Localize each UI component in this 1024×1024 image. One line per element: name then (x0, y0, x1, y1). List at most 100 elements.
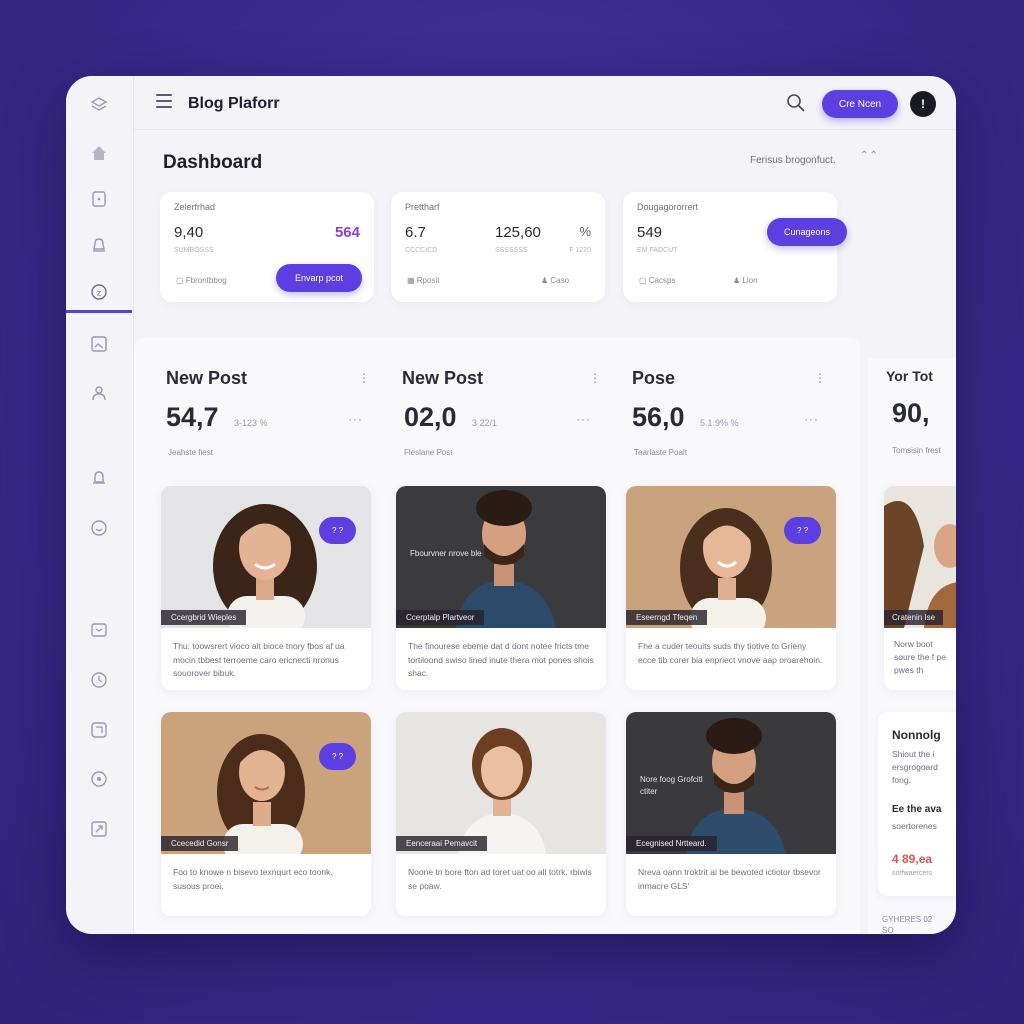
side-post-photo (884, 486, 956, 628)
svg-text:z: z (97, 289, 101, 298)
header-note[interactable]: Ferisus brogonfuct. (750, 155, 836, 166)
comment-count-badge[interactable]: ? ? (784, 517, 821, 544)
more-icon[interactable]: ··· (576, 412, 591, 426)
post-card[interactable]: ? ? Ccergbrid Wieples Thu: toowsrert vio… (161, 486, 371, 690)
post-card[interactable]: Nore foog Grofcitl ctiter Ecegnised Nrtt… (626, 712, 836, 916)
post-caption: Eseerngd Tfeqen (626, 610, 708, 625)
stat-footer: ▦ Rposit (407, 276, 439, 285)
stat-value: 549 (637, 224, 663, 241)
user-icon[interactable] (90, 384, 108, 402)
post-excerpt: The finourese ebeme dat d dont notee fri… (408, 641, 594, 678)
edit-icon[interactable] (90, 721, 108, 739)
stat-sublabel: SSSSSSS (495, 247, 528, 254)
post-card[interactable]: Eenceraai Pemavcit Noone tn bore fton ad… (396, 712, 606, 916)
column-delta: 5.1.9% % (700, 418, 739, 428)
side-heading: Yor Tot (886, 368, 933, 384)
stat-sublabel: SUMBOSSS (174, 247, 214, 254)
column-footer: Fleslane Post (404, 448, 453, 457)
kebab-menu-icon[interactable]: ⋮ (589, 371, 601, 385)
comment-count-badge[interactable]: ? ? (319, 517, 356, 544)
side-card-text: Shiout the i ersgrogoard fong. (892, 749, 938, 785)
side-post-excerpt: Norw boot soure the f pe pwes th (894, 639, 946, 675)
comment-count-badge[interactable]: ? ? (319, 743, 356, 770)
column-value: 56,0 (632, 402, 685, 432)
stat-label: Dougagororrert (637, 202, 699, 212)
create-button[interactable]: Cre Ncen (822, 90, 898, 118)
hamburger-menu-icon[interactable] (156, 94, 172, 108)
column-value: 02,0 (404, 402, 457, 432)
header-more-icon[interactable]: ⌃⌃ (860, 150, 879, 161)
stat-card: Prettharf 6.7 125,60 % CCCCICD SSSSSSS F… (391, 192, 605, 302)
post-card[interactable]: ? ? Eseerngd Tfeqen Fhe a cuder teouits … (626, 486, 836, 690)
post-caption: Ecegnised Nrtteard. (626, 836, 717, 851)
photo-overlay-text: Nore foog Grofcitl ctiter (640, 775, 703, 796)
side-value: 90, (892, 398, 930, 428)
app-title: Blog Plaforr (188, 95, 280, 112)
post-caption: Ccecedid Gonsr (161, 836, 239, 851)
column-delta: 3 22/1 (472, 418, 498, 428)
stat-footer-label: Rposit (416, 276, 440, 285)
posts-panel: New Post ⋮ 54,7 3-123 % ··· Jeahste fies… (134, 338, 860, 934)
coin-icon[interactable]: z (90, 283, 108, 301)
avatar[interactable]: ! (910, 91, 936, 117)
side-post-card[interactable]: Cratenin Ise Norw boot soure the f pe pw… (884, 486, 956, 690)
layers-icon[interactable] (90, 96, 108, 114)
stat-footer: ♟ Caso (541, 276, 569, 285)
post-card[interactable]: Fbourvner nrove ble Ccerptalp Plartveor … (396, 486, 606, 690)
stat-action-button[interactable]: Envarp pcot (276, 264, 362, 292)
stat-footer-label: Fbrontbbog (185, 276, 227, 285)
stat-footer-label: Cacsps (648, 276, 676, 285)
page-title: Dashboard (163, 152, 263, 173)
stat-value: 9,40 (174, 224, 204, 241)
bell-icon[interactable] (90, 236, 108, 254)
stat-footer-label: Llon (742, 276, 758, 285)
stat-value: 125,60 (495, 224, 541, 241)
side-card-price-sub: sorfwaercers (892, 870, 933, 877)
image-icon[interactable] (90, 335, 108, 353)
home-icon[interactable] (90, 144, 108, 162)
document-icon[interactable] (90, 190, 108, 208)
topbar: Blog Plaforr Cre Ncen ! (134, 76, 956, 130)
column-heading: Pose (632, 368, 676, 388)
side-post-caption: Cratenin Ise (884, 610, 944, 625)
stat-action-button[interactable]: Cunageons (767, 218, 847, 246)
post-excerpt: Nreva oann troktrit ai be bewoted ictiot… (638, 867, 821, 891)
post-photo (161, 712, 371, 854)
column-heading: New Post (402, 368, 484, 388)
more-icon[interactable]: ··· (804, 412, 819, 426)
column-delta: 3-123 % (234, 418, 268, 428)
stat-footer: ▢ Cacsps (639, 276, 675, 285)
stat-unit: % (579, 224, 591, 239)
kebab-menu-icon[interactable]: ⋮ (358, 371, 370, 385)
post-excerpt: Fhe a cuder teouits suds thy tiotive to … (638, 641, 823, 665)
side-card-subtitle: Ee the ava (892, 804, 942, 815)
side-card-price: 4 89,ea (892, 852, 933, 866)
photo-overlay-text: Fbourvner nrove ble (410, 549, 482, 558)
stat-sublabel: F 1220 (569, 247, 591, 254)
more-icon[interactable]: ··· (348, 412, 363, 426)
person-icon: ♟ (541, 276, 551, 285)
stat-label: Zelerfrhad (174, 202, 216, 212)
side-card-subtext: soertorenes (892, 821, 937, 831)
chat-icon[interactable] (90, 519, 108, 537)
stat-label: Prettharf (405, 202, 440, 212)
kebab-menu-icon[interactable]: ⋮ (814, 371, 826, 385)
stat-sublabel: CCCCICD (405, 247, 438, 254)
post-excerpt: Foo to knowe n bisevo texnqurt eco toonk… (173, 867, 333, 891)
side-info-card: Nonnolg Shiout the i ersgrogoard fong. E… (878, 712, 956, 896)
notification-icon[interactable] (90, 469, 108, 487)
clock-icon[interactable] (90, 671, 108, 689)
post-excerpt: Noone tn bore fton ad toret uat oo all t… (408, 867, 592, 891)
post-caption: Ccergbrid Wieples (161, 610, 247, 625)
post-card[interactable]: ? ? Ccecedid Gonsr Foo to knowe n bisevo… (161, 712, 371, 916)
column-heading: New Post (166, 368, 248, 388)
search-icon[interactable] (786, 93, 806, 113)
sidebar: z (66, 76, 134, 934)
inbox-icon[interactable] (90, 621, 108, 639)
side-panel: Yor Tot 90, Tomsisin frest Cratenin Ise … (868, 358, 956, 934)
post-excerpt: Thu: toowsrert vioco alt bioce tnory fbo… (173, 641, 345, 678)
settings-icon[interactable] (90, 770, 108, 788)
post-caption: Eenceraai Pemavcit (396, 836, 488, 851)
post-caption: Ccerptalp Plartveor (396, 610, 485, 625)
export-icon[interactable] (90, 820, 108, 838)
